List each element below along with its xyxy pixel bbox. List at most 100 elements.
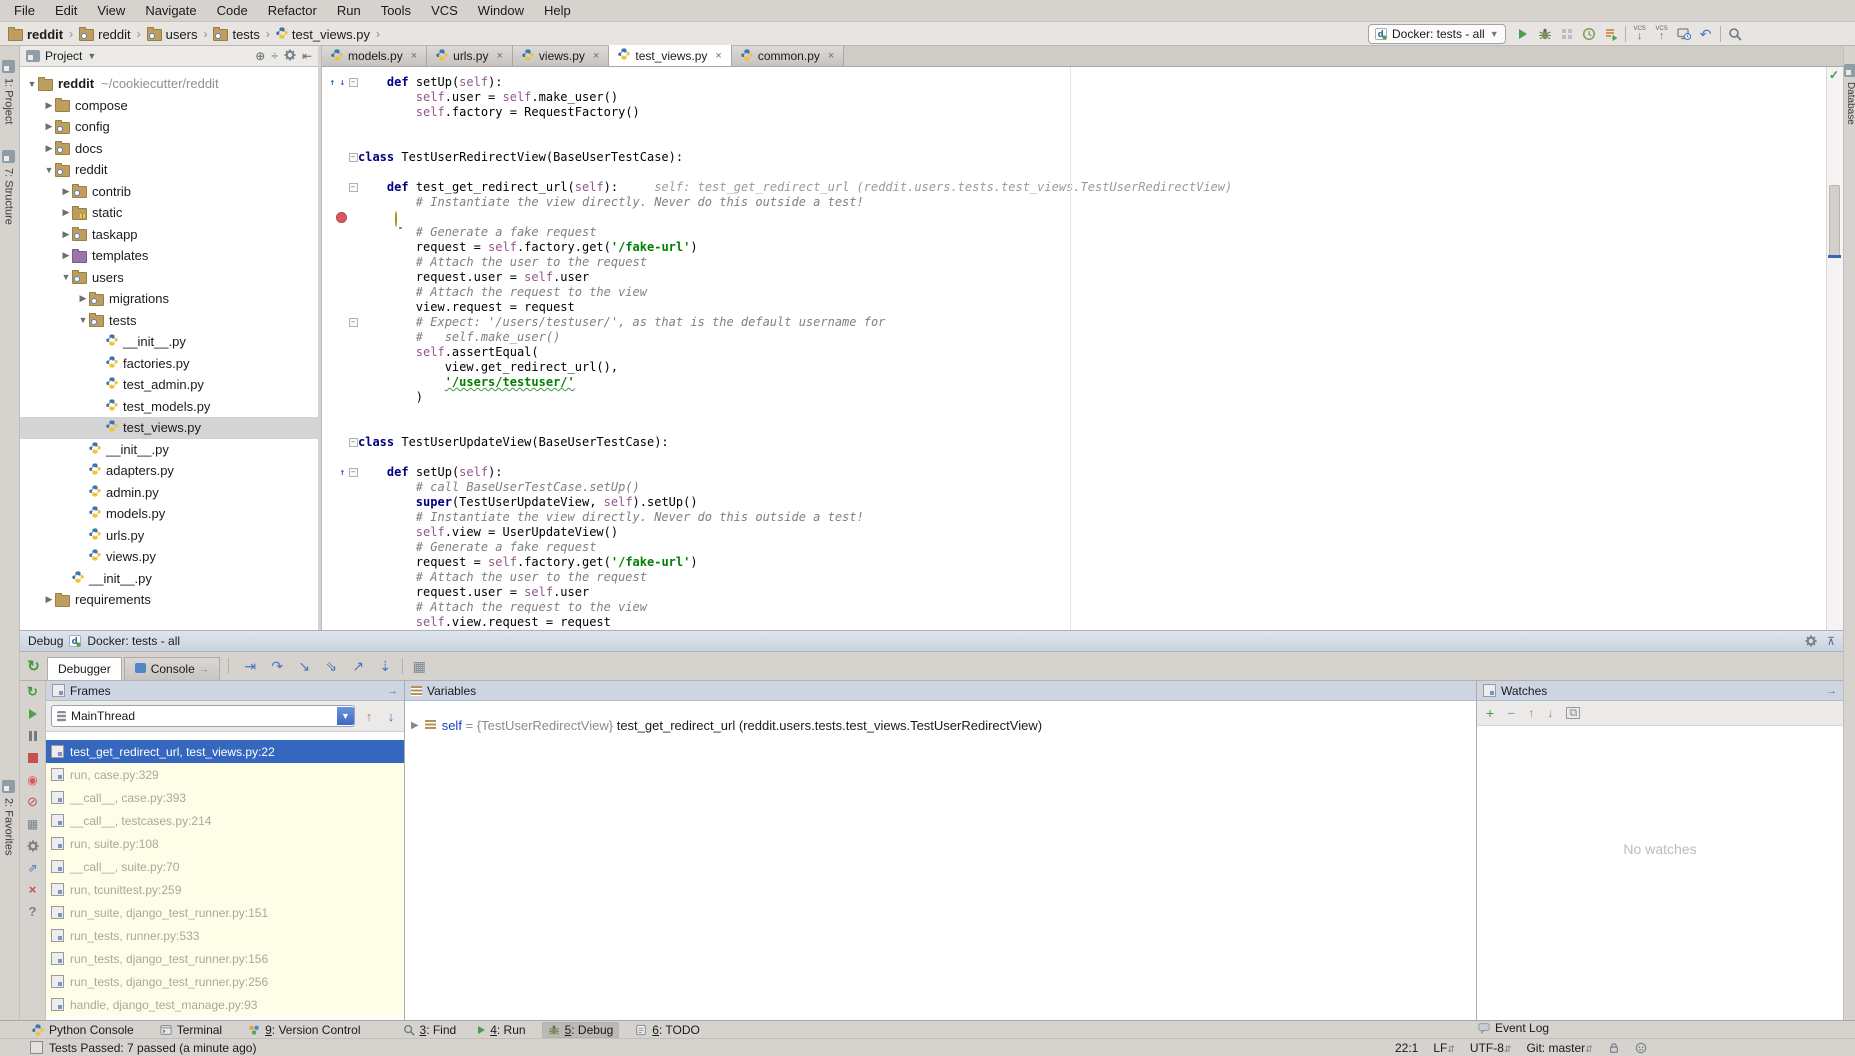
editor-gutter[interactable] [322, 420, 348, 435]
code-line[interactable]: request = self.factory.get('/fake-url') [322, 555, 1826, 570]
thread-selector[interactable]: MainThread ▼ [51, 705, 355, 727]
locate-button[interactable]: ⊕ [255, 49, 265, 63]
tree-item-compose[interactable]: ▶compose [20, 95, 318, 117]
line-separator[interactable]: LF⇵ [1433, 1041, 1455, 1055]
fold-marker[interactable]: − [348, 315, 358, 330]
editor-gutter[interactable] [322, 480, 348, 495]
fold-marker[interactable]: − [348, 150, 358, 165]
tree-expand-icon[interactable]: ▶ [60, 186, 72, 197]
code-line[interactable]: # Generate a fake request [322, 225, 1826, 240]
code-line[interactable]: # Attach the request to the view [322, 285, 1826, 300]
code-line[interactable]: self.factory = RequestFactory() [322, 105, 1826, 120]
tree-item-requirements[interactable]: ▶requirements [20, 589, 318, 611]
frame-row[interactable]: run_suite, django_test_runner.py:151 [46, 901, 404, 924]
editor-gutter[interactable] [322, 345, 348, 360]
editor-gutter[interactable] [322, 360, 348, 375]
tree-item-models.py[interactable]: models.py [20, 503, 318, 525]
tab-test_views-py[interactable]: test_views.py× [609, 45, 731, 66]
code-editor[interactable]: ↑↓− def setUp(self): self.user = self.ma… [322, 67, 1826, 630]
editor-scrollbar[interactable]: ✓ [1826, 67, 1843, 630]
fold-marker[interactable]: − [348, 465, 358, 480]
tree-expand-icon[interactable]: ▶ [77, 293, 89, 304]
tree-item-__init__.py[interactable]: __init__.py [20, 439, 318, 461]
toolwindow-button-version-control[interactable]: 9: Version Control [242, 1022, 366, 1038]
editor-gutter[interactable] [322, 105, 348, 120]
vcs-commit-button[interactable]: VCS↑ [1651, 24, 1673, 44]
editor-gutter[interactable]: ↑↓ [322, 75, 348, 90]
editor-gutter[interactable] [322, 450, 348, 465]
code-line[interactable] [322, 165, 1826, 180]
code-line[interactable]: # Attach the user to the request [322, 255, 1826, 270]
fold-icon[interactable]: − [349, 153, 358, 162]
frame-row[interactable]: run_tests, runner.py:533 [46, 924, 404, 947]
editor-gutter[interactable] [322, 330, 348, 345]
mute-breakpoints-button[interactable]: ⊘ [25, 794, 41, 809]
breadcrumb-item[interactable]: tests [211, 27, 261, 42]
editor-gutter[interactable] [322, 270, 348, 285]
tree-item-views.py[interactable]: views.py [20, 546, 318, 568]
pin-icon[interactable]: → [387, 685, 398, 697]
tree-item-users[interactable]: ▼users [20, 267, 318, 289]
editor-gutter[interactable] [322, 150, 348, 165]
code-line[interactable] [322, 120, 1826, 135]
editor-gutter[interactable] [322, 315, 348, 330]
close-tab-icon[interactable]: × [715, 50, 721, 62]
tree-item-contrib[interactable]: ▶contrib [20, 181, 318, 203]
editor-gutter[interactable] [322, 405, 348, 420]
rerun-icon[interactable]: ↻ [20, 657, 47, 675]
fold-marker[interactable]: − [348, 75, 358, 90]
fold-icon[interactable]: − [349, 438, 358, 447]
code-line[interactable]: view.get_redirect_url(), [322, 360, 1826, 375]
local-history-button[interactable] [1673, 24, 1695, 44]
remove-watch-icon[interactable]: − [1507, 705, 1515, 721]
close-button[interactable]: × [25, 882, 41, 897]
code-line[interactable] [322, 405, 1826, 420]
code-line[interactable] [322, 135, 1826, 150]
editor-gutter[interactable] [322, 555, 348, 570]
code-line[interactable]: view.request = request [322, 300, 1826, 315]
menu-item-view[interactable]: View [87, 2, 135, 19]
rollback-button[interactable]: ↶ [1695, 24, 1717, 44]
close-tab-icon[interactable]: × [496, 50, 502, 62]
tree-expand-icon[interactable]: ▶ [60, 229, 72, 240]
move-down-icon[interactable]: ↓ [1547, 706, 1553, 720]
tree-item-admin.py[interactable]: admin.py [20, 482, 318, 504]
toolwindow-button-todo[interactable]: 6: TODO [629, 1022, 706, 1038]
breadcrumb-item[interactable]: test_views.py [274, 27, 372, 42]
editor-gutter[interactable] [322, 540, 348, 555]
debug-tab-console[interactable]: Console→ [124, 657, 220, 680]
run-to-cursor-button[interactable]: ⇣ [372, 658, 399, 675]
tab-views-py[interactable]: views.py× [513, 46, 609, 66]
breadcrumb-item[interactable]: users [145, 27, 200, 42]
scrollbar-thumb[interactable] [1829, 185, 1840, 257]
resume-button[interactable] [25, 706, 41, 721]
tree-item-__init__.py[interactable]: __init__.py [20, 568, 318, 590]
menu-item-navigate[interactable]: Navigate [135, 2, 206, 19]
step-into-button[interactable]: ↘ [291, 658, 318, 675]
editor-gutter[interactable] [322, 210, 348, 225]
editor-gutter[interactable]: ↑ [322, 465, 348, 480]
frame-row[interactable]: run, case.py:329 [46, 763, 404, 786]
frame-row[interactable]: __call__, case.py:393 [46, 786, 404, 809]
tab-models-py[interactable]: models.py× [322, 46, 427, 66]
event-log-button[interactable]: Event Log [1478, 1021, 1549, 1035]
editor-gutter[interactable] [322, 90, 348, 105]
menu-item-help[interactable]: Help [534, 2, 581, 19]
code-line[interactable]: view = UserRedirectView() [322, 210, 1826, 225]
file-encoding[interactable]: UTF-8⇵ [1470, 1041, 1512, 1055]
move-up-icon[interactable]: ↑ [1528, 706, 1534, 720]
stripe-button-database[interactable]: Database [1844, 64, 1855, 125]
code-line[interactable]: self.view.request = request [322, 615, 1826, 630]
code-line[interactable]: '/users/testuser/' [322, 375, 1826, 390]
tab-common-py[interactable]: common.py× [732, 46, 844, 66]
tree-item-adapters.py[interactable]: adapters.py [20, 460, 318, 482]
tree-expand-icon[interactable]: ▼ [26, 79, 38, 89]
toolwindow-button-terminal[interactable]: Terminal [154, 1022, 228, 1038]
running-list-button[interactable] [1600, 24, 1622, 44]
code-line[interactable]: self.view = UserUpdateView() [322, 525, 1826, 540]
stop-button[interactable] [25, 750, 41, 765]
tree-item-taskapp[interactable]: ▶taskapp [20, 224, 318, 246]
breadcrumb-item[interactable]: reddit [6, 27, 65, 42]
stripe-button-project[interactable]: 1: Project [2, 60, 15, 124]
stripe-button-favorites[interactable]: 2: Favorites [2, 780, 15, 855]
